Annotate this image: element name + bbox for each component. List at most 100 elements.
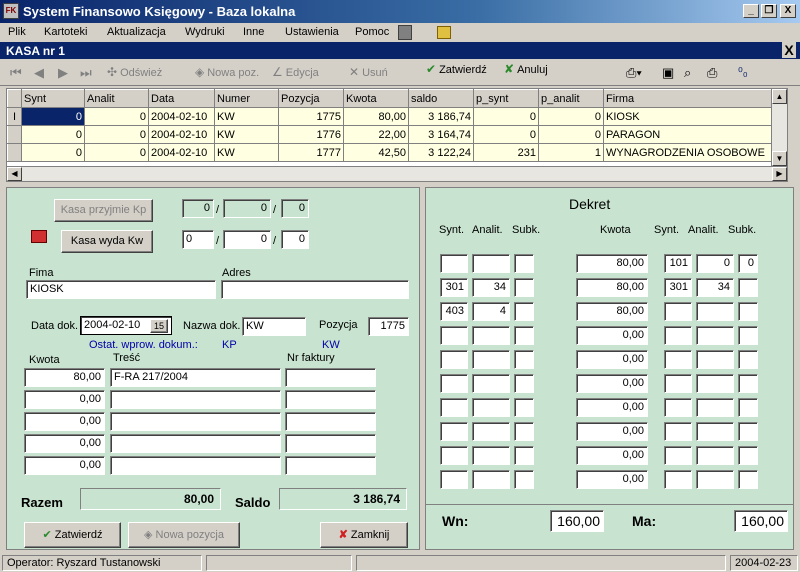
line-nr-faktury[interactable] (285, 412, 376, 431)
dekret-right-analit[interactable] (696, 422, 734, 441)
dekret-kwota[interactable]: 0,00 (576, 374, 648, 393)
menu-aktualizacja[interactable]: Aktualizacja (107, 26, 166, 38)
line-tresc[interactable] (110, 412, 281, 431)
dekret-left-synt[interactable] (440, 446, 468, 465)
dekret-right-synt[interactable]: 101 (664, 254, 692, 273)
dekret-right-analit[interactable]: 34 (696, 278, 734, 297)
cell-firma[interactable]: WYNAGRODZENIA OSOBOWE (603, 143, 784, 162)
first-record-icon[interactable]: ⏮ (10, 65, 22, 81)
close-button[interactable]: X (780, 4, 796, 18)
kasa-przyjmie-button[interactable]: Kasa przyjmie Kp (54, 199, 153, 222)
cell-data[interactable]: 2004-02-10 (148, 107, 215, 126)
kw-field-2[interactable]: 0 (223, 230, 271, 249)
cell-kwota[interactable]: 22,00 (343, 125, 409, 144)
cell-analit[interactable]: 0 (84, 143, 149, 162)
dekret-kwota[interactable]: 0,00 (576, 326, 648, 345)
dekret-kwota[interactable]: 80,00 (576, 254, 648, 273)
dekret-right-analit[interactable]: 0 (696, 254, 734, 273)
dekret-right-analit[interactable] (696, 446, 734, 465)
dekret-left-subk[interactable] (514, 470, 534, 489)
dekret-kwota[interactable]: 80,00 (576, 302, 648, 321)
delete-button[interactable]: ✕ Usuń (349, 65, 388, 79)
cell-analit[interactable]: 0 (84, 107, 149, 126)
dekret-left-analit[interactable] (472, 446, 510, 465)
dekret-right-subk[interactable] (738, 422, 758, 441)
dekret-kwota[interactable]: 0,00 (576, 470, 648, 489)
cell-p-synt[interactable]: 0 (473, 107, 539, 126)
cell-firma[interactable]: KIOSK (603, 107, 784, 126)
table-row[interactable]: 0 0 2004-02-10 KW 1777 42,50 3 122,24 23… (7, 143, 784, 162)
dekret-right-analit[interactable] (696, 326, 734, 345)
cell-saldo[interactable]: 3 164,74 (408, 125, 474, 144)
dekret-left-synt[interactable] (440, 374, 468, 393)
line-tresc[interactable] (110, 390, 281, 409)
scroll-left-icon[interactable]: ◀ (7, 167, 22, 181)
line-kwota[interactable]: 0,00 (24, 390, 105, 409)
cell-p-synt[interactable]: 0 (473, 125, 539, 144)
cell-kwota[interactable]: 80,00 (343, 107, 409, 126)
dekret-right-synt[interactable] (664, 398, 692, 417)
dekret-right-subk[interactable] (738, 374, 758, 393)
cell-numer[interactable]: KW (214, 107, 279, 126)
cell-firma[interactable]: PARAGON (603, 125, 784, 144)
menu-pomoc[interactable]: Pomoc (355, 26, 389, 38)
scroll-up-icon[interactable]: ▲ (772, 89, 787, 104)
dekret-left-analit[interactable] (472, 470, 510, 489)
dekret-right-synt[interactable] (664, 374, 692, 393)
cell-saldo[interactable]: 3 186,74 (408, 107, 474, 126)
line-nr-faktury[interactable] (285, 434, 376, 453)
col-p-synt[interactable]: p_synt (473, 89, 539, 108)
dekret-left-synt[interactable]: 403 (440, 302, 468, 321)
dekret-right-synt[interactable] (664, 326, 692, 345)
col-analit[interactable]: Analit (84, 89, 149, 108)
dekret-right-synt[interactable]: 301 (664, 278, 692, 297)
edit-button[interactable]: ∠ Edycja (272, 65, 319, 79)
line-tresc[interactable]: F-RA 217/2004 (110, 368, 281, 387)
dekret-left-analit[interactable] (472, 398, 510, 417)
dekret-left-subk[interactable] (514, 278, 534, 297)
cell-saldo[interactable]: 3 122,24 (408, 143, 474, 162)
dekret-right-subk[interactable] (738, 350, 758, 369)
restore-button[interactable]: ❐ (761, 4, 777, 18)
dekret-right-subk[interactable] (738, 398, 758, 417)
dekret-right-analit[interactable] (696, 398, 734, 417)
cell-p-analit[interactable]: 1 (538, 143, 604, 162)
dekret-right-subk[interactable] (738, 302, 758, 321)
dekret-right-subk[interactable] (738, 278, 758, 297)
dekret-left-analit[interactable] (472, 374, 510, 393)
next-record-icon[interactable]: ▶ (58, 65, 68, 81)
dekret-left-synt[interactable] (440, 470, 468, 489)
col-numer[interactable]: Numer (214, 89, 279, 108)
cell-kwota[interactable]: 42,50 (343, 143, 409, 162)
cell-p-synt[interactable]: 231 (473, 143, 539, 162)
dekret-left-synt[interactable] (440, 326, 468, 345)
refresh-button[interactable]: ✣ Odśwież (107, 65, 162, 79)
dekret-right-analit[interactable] (696, 350, 734, 369)
new-line-button[interactable]: ◈ Nowa pozycja (128, 522, 240, 548)
col-pozycja[interactable]: Pozycja (278, 89, 344, 108)
prev-record-icon[interactable]: ◀ (34, 65, 44, 81)
cell-p-analit[interactable]: 0 (538, 107, 604, 126)
calendar-icon[interactable]: 15 (150, 319, 168, 333)
col-data[interactable]: Data (148, 89, 215, 108)
col-saldo[interactable]: saldo (408, 89, 474, 108)
line-kwota[interactable]: 0,00 (24, 412, 105, 431)
table-row[interactable]: 0 0 2004-02-10 KW 1776 22,00 3 164,74 0 … (7, 125, 784, 144)
child-close-button[interactable]: X (782, 42, 796, 58)
dekret-left-analit[interactable] (472, 350, 510, 369)
cell-numer[interactable]: KW (214, 143, 279, 162)
dekret-right-synt[interactable] (664, 422, 692, 441)
nazwa-dok-field[interactable]: KW (242, 317, 306, 336)
cell-synt[interactable]: 0 (21, 107, 85, 126)
dekret-kwota[interactable]: 0,00 (576, 350, 648, 369)
printer-icon[interactable]: ⎙ (707, 65, 717, 81)
line-kwota[interactable]: 80,00 (24, 368, 105, 387)
table-row[interactable]: I 0 0 2004-02-10 KW 1775 80,00 3 186,74 … (7, 107, 784, 126)
dekret-right-analit[interactable] (696, 470, 734, 489)
dekret-left-subk[interactable] (514, 446, 534, 465)
col-synt[interactable]: Synt (21, 89, 85, 108)
last-record-icon[interactable]: ⏭ (80, 65, 92, 81)
dekret-left-subk[interactable] (514, 254, 534, 273)
dekret-right-synt[interactable] (664, 446, 692, 465)
dekret-left-subk[interactable] (514, 374, 534, 393)
